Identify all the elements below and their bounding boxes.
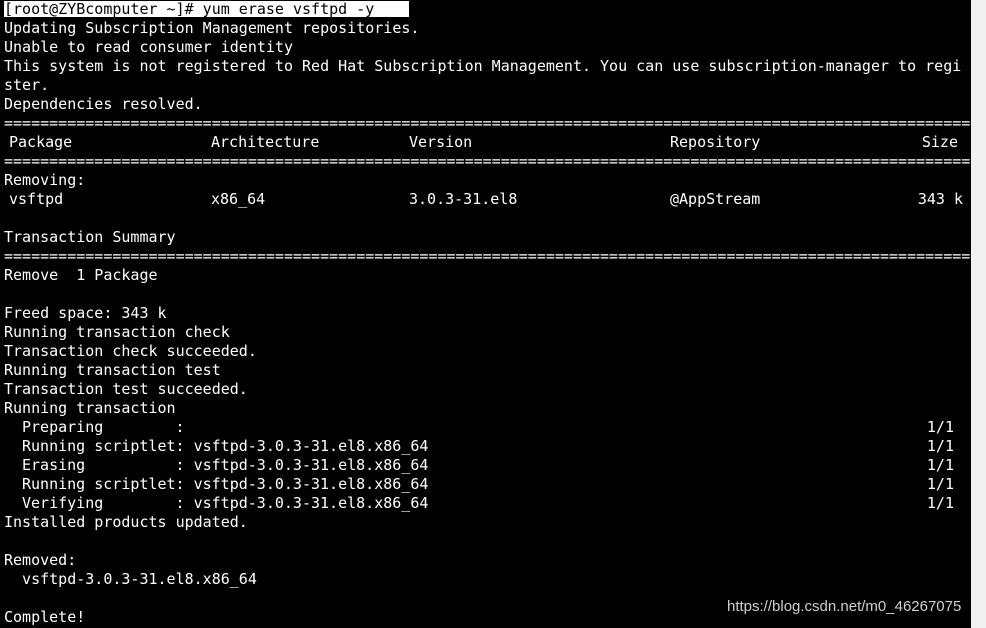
cell-package: vsftpd bbox=[9, 190, 64, 208]
progress-step: Verifying : vsftpd-3.0.3-31.el8.x86_64 bbox=[22, 494, 429, 512]
column-header-size: Size bbox=[921, 133, 958, 151]
progress-step: Preparing : bbox=[22, 418, 185, 436]
separator-line: ========================================… bbox=[4, 114, 971, 132]
progress-row: Preparing : 1/1 bbox=[4, 418, 971, 437]
progress-count: 1/1 bbox=[926, 456, 954, 474]
cell-architecture: x86_64 bbox=[211, 190, 266, 208]
cell-repository: @AppStream bbox=[670, 190, 761, 208]
table-row: vsftpd x86_64 3.0.3-31.el8 @AppStream 34… bbox=[4, 190, 971, 209]
removed-item: vsftpd-3.0.3-31.el8.x86_64 bbox=[4, 570, 257, 588]
section-label: Removing: bbox=[4, 171, 86, 189]
output-line: Transaction test succeeded. bbox=[4, 380, 248, 398]
output-line: This system is not registered to Red Hat… bbox=[4, 57, 962, 75]
watermark: https://blog.csdn.net/m0_46267075 bbox=[727, 598, 962, 615]
separator-line: ========================================… bbox=[4, 152, 971, 170]
progress-row: Running scriptlet: vsftpd-3.0.3-31.el8.x… bbox=[4, 437, 971, 456]
output-line: Updating Subscription Management reposit… bbox=[4, 19, 420, 37]
output-line: Running transaction bbox=[4, 399, 176, 417]
output-line: Running transaction check bbox=[4, 323, 230, 341]
table-header-row: Package Architecture Version Repository … bbox=[4, 133, 971, 152]
scrollbar[interactable] bbox=[971, 0, 986, 628]
command-line: [root@ZYBcomputer ~]# yum erase vsftpd -… bbox=[4, 0, 971, 19]
progress-count: 1/1 bbox=[926, 494, 954, 512]
cell-size: 343 k bbox=[917, 190, 963, 208]
removed-label: Removed: bbox=[4, 551, 77, 569]
cell-version: 3.0.3-31.el8 bbox=[409, 190, 518, 208]
progress-count: 1/1 bbox=[926, 475, 954, 493]
progress-row: Verifying : vsftpd-3.0.3-31.el8.x86_64 1… bbox=[4, 494, 971, 513]
output-line: Transaction check succeeded. bbox=[4, 342, 257, 360]
progress-row: Erasing : vsftpd-3.0.3-31.el8.x86_64 1/1 bbox=[4, 456, 971, 475]
output-line: Freed space: 343 k bbox=[4, 304, 167, 322]
progress-count: 1/1 bbox=[926, 418, 954, 436]
progress-row: Running scriptlet: vsftpd-3.0.3-31.el8.x… bbox=[4, 475, 971, 494]
column-header-repository: Repository bbox=[670, 133, 761, 151]
separator-line: ========================================… bbox=[4, 247, 971, 265]
output-line: Installed products updated. bbox=[4, 513, 248, 531]
progress-count: 1/1 bbox=[926, 437, 954, 455]
remove-summary: Remove 1 Package bbox=[4, 266, 158, 284]
output-line: ster. bbox=[4, 76, 50, 94]
progress-step: Erasing : vsftpd-3.0.3-31.el8.x86_64 bbox=[22, 456, 429, 474]
output-line: Unable to read consumer identity bbox=[4, 38, 293, 56]
progress-step: Running scriptlet: vsftpd-3.0.3-31.el8.x… bbox=[22, 437, 429, 455]
transaction-summary-heading: Transaction Summary bbox=[4, 228, 176, 246]
output-line: Running transaction test bbox=[4, 361, 221, 379]
output-line: Dependencies resolved. bbox=[4, 95, 203, 113]
progress-step: Running scriptlet: vsftpd-3.0.3-31.el8.x… bbox=[22, 475, 429, 493]
column-header-architecture: Architecture bbox=[211, 133, 320, 151]
column-header-package: Package bbox=[9, 133, 73, 151]
column-header-version: Version bbox=[409, 133, 473, 151]
command-prompt: [root@ZYBcomputer ~]# yum erase vsftpd -… bbox=[4, 1, 409, 17]
terminal-window[interactable]: [root@ZYBcomputer ~]# yum erase vsftpd -… bbox=[0, 0, 971, 628]
